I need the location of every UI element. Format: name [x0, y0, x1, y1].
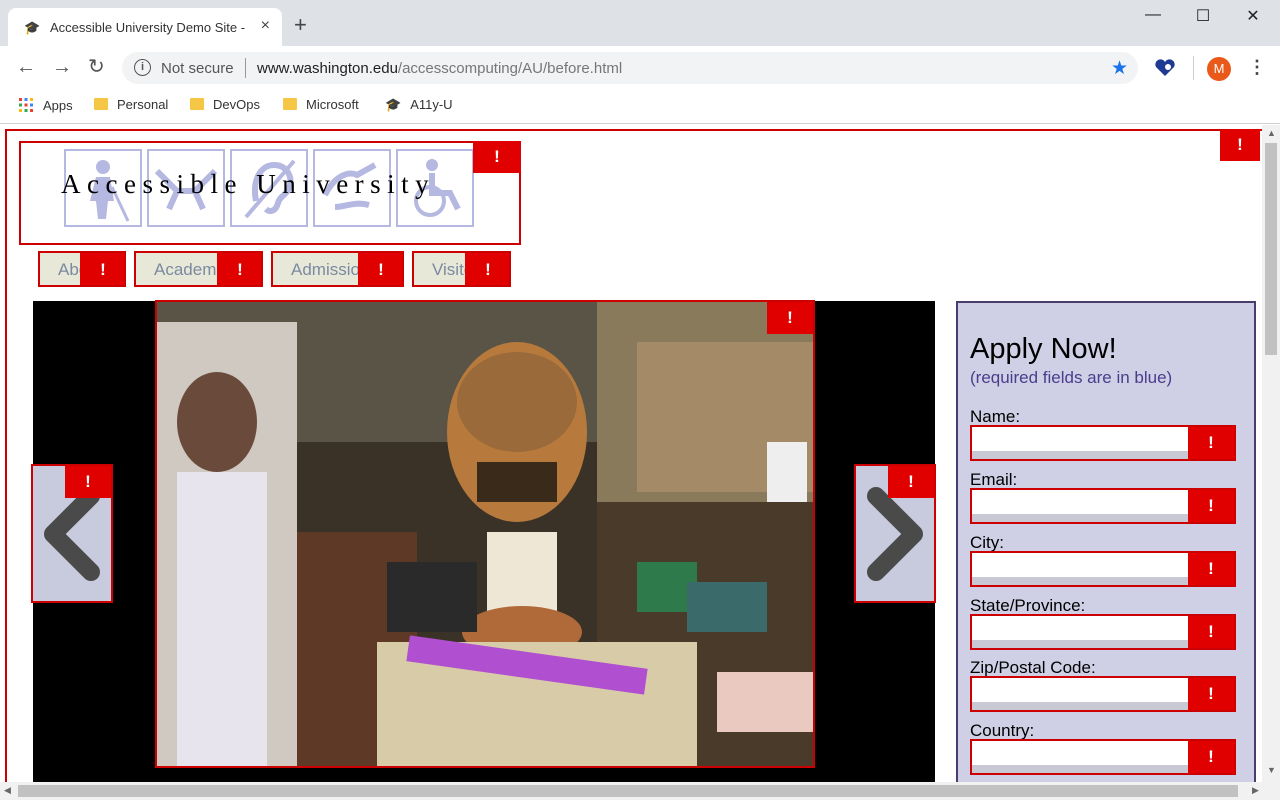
address-bar[interactable]: i Not secure www.washington.edu/accessco… [122, 52, 1138, 84]
email-field[interactable]: ! [970, 488, 1236, 524]
zip-postal-label: Zip/Postal Code: [970, 658, 1096, 677]
url-path: /accesscomputing/AU/before.html [397, 60, 623, 77]
nav-error-flag[interactable]: ! [217, 253, 261, 285]
state-province-label: State/Province: [970, 596, 1086, 615]
form-subtitle: (required fields are in blue) [970, 368, 1173, 387]
form-title: Apply Now! [970, 333, 1117, 365]
input-underline [972, 451, 1188, 459]
mortarboard-icon: 🎓 [385, 97, 402, 112]
bookmark-label: Apps [43, 98, 73, 113]
folder-icon [190, 98, 204, 110]
nav-error-flag[interactable]: ! [358, 253, 402, 285]
field-error-flag[interactable]: ! [1188, 490, 1234, 522]
url-host: www.washington.edu [257, 60, 398, 77]
scroll-down-icon[interactable]: ▼ [1267, 765, 1276, 775]
reload-icon[interactable]: ↻ [88, 56, 105, 78]
folder-icon [94, 98, 108, 110]
bookmark-star-icon[interactable]: ★ [1111, 57, 1128, 80]
robot-fair-photo [157, 302, 813, 766]
kebab-menu-icon[interactable]: ⋮ [1248, 56, 1266, 78]
apply-now-form: Apply Now! (required fields are in blue)… [956, 301, 1256, 782]
bookmarks-bar: Apps Personal DevOps Microsoft 🎓 A11y-U [0, 90, 1280, 124]
info-icon[interactable]: i [134, 59, 151, 76]
window-close-icon[interactable]: ✕ [1230, 6, 1276, 26]
toolbar-divider [1193, 56, 1194, 80]
input-underline [972, 765, 1188, 773]
bookmark-label: DevOps [213, 97, 260, 112]
input-underline [972, 640, 1188, 648]
bookmark-personal[interactable]: Personal [94, 97, 168, 112]
city-label: City: [970, 533, 1004, 552]
vertical-scroll-thumb[interactable] [1265, 143, 1277, 355]
minimize-icon[interactable]: — [1130, 6, 1176, 24]
nav-tab-visitors[interactable]: Visitors ! [412, 251, 511, 287]
prev-error-flag[interactable]: ! [65, 466, 111, 498]
scroll-up-icon[interactable]: ▲ [1267, 128, 1276, 138]
next-slide-button[interactable]: ! [854, 464, 936, 603]
apps-grid-icon [19, 98, 33, 112]
bookmark-microsoft[interactable]: Microsoft [283, 97, 359, 112]
logo-text: Accessible University [61, 169, 436, 199]
forward-arrow-icon[interactable]: → [52, 56, 72, 78]
mortarboard-favicon-icon: 🎓 [24, 20, 41, 35]
name-label: Name: [970, 407, 1021, 426]
horizontal-scroll-thumb[interactable] [18, 785, 1238, 797]
bookmark-a11y-u[interactable]: 🎓 A11y-U [385, 97, 453, 113]
bookmark-label: Microsoft [306, 97, 359, 112]
scroll-left-icon[interactable]: ◀ [4, 785, 11, 796]
input-underline [972, 702, 1188, 710]
bookmark-devops[interactable]: DevOps [190, 97, 260, 112]
state-province-field[interactable]: ! [970, 614, 1236, 650]
field-error-flag[interactable]: ! [1188, 427, 1234, 459]
extension-heart-icon[interactable] [1154, 58, 1176, 78]
browser-tab[interactable]: 🎓 Accessible University Demo Site - × [8, 8, 282, 46]
nav-error-flag[interactable]: ! [465, 253, 509, 285]
nav-error-flag[interactable]: ! [80, 253, 124, 285]
nav-tab-admissions[interactable]: Admissions ! [271, 251, 404, 287]
zip-postal-field[interactable]: ! [970, 676, 1236, 712]
maximize-icon[interactable]: ☐ [1180, 6, 1226, 26]
horizontal-scrollbar[interactable]: ◀ ▶ [0, 782, 1280, 800]
security-label: Not secure [161, 60, 234, 77]
url-text: www.washington.edu/accesscomputing/AU/be… [257, 60, 622, 77]
bookmark-label: Personal [117, 97, 169, 112]
nav-tab-academics[interactable]: Academics ! [134, 251, 263, 287]
logo-error-flag[interactable]: ! [473, 141, 521, 173]
tab-close-icon[interactable]: × [261, 17, 270, 35]
photo-error-flag[interactable]: ! [767, 302, 813, 334]
browser-toolbar: ← → ↻ i Not secure www.washington.edu/ac… [0, 46, 1280, 90]
page-error-flag[interactable]: ! [1220, 129, 1260, 161]
country-label: Country: [970, 721, 1035, 740]
city-field[interactable]: ! [970, 551, 1236, 587]
vertical-scrollbar[interactable]: ▲ ▼ [1262, 125, 1280, 782]
input-underline [972, 514, 1188, 522]
web-page: ! Accessible University ! About ! Academ… [0, 125, 1262, 782]
country-field[interactable]: ! [970, 739, 1236, 775]
bookmark-apps[interactable]: Apps [18, 97, 73, 113]
field-error-flag[interactable]: ! [1188, 553, 1234, 585]
field-error-flag[interactable]: ! [1188, 678, 1234, 710]
new-tab-button[interactable]: + [294, 14, 307, 36]
omnibox-divider [245, 58, 246, 78]
bookmark-label: A11y-U [410, 97, 453, 112]
scroll-right-icon[interactable]: ▶ [1252, 785, 1259, 796]
name-field[interactable]: ! [970, 425, 1236, 461]
back-arrow-icon[interactable]: ← [16, 56, 36, 78]
folder-icon [283, 98, 297, 110]
tab-strip: 🎓 Accessible University Demo Site - × + … [0, 0, 1280, 46]
field-error-flag[interactable]: ! [1188, 741, 1234, 773]
email-label: Email: [970, 470, 1018, 489]
site-logo[interactable]: Accessible University ! [19, 141, 521, 245]
next-error-flag[interactable]: ! [888, 466, 934, 498]
previous-slide-button[interactable]: ! [31, 464, 113, 603]
nav-tab-about[interactable]: About ! [38, 251, 126, 287]
tab-title: Accessible University Demo Site - [50, 20, 246, 35]
carousel-photo[interactable]: ! [155, 300, 815, 768]
profile-avatar[interactable]: M [1207, 57, 1231, 81]
field-error-flag[interactable]: ! [1188, 616, 1234, 648]
input-underline [972, 577, 1188, 585]
